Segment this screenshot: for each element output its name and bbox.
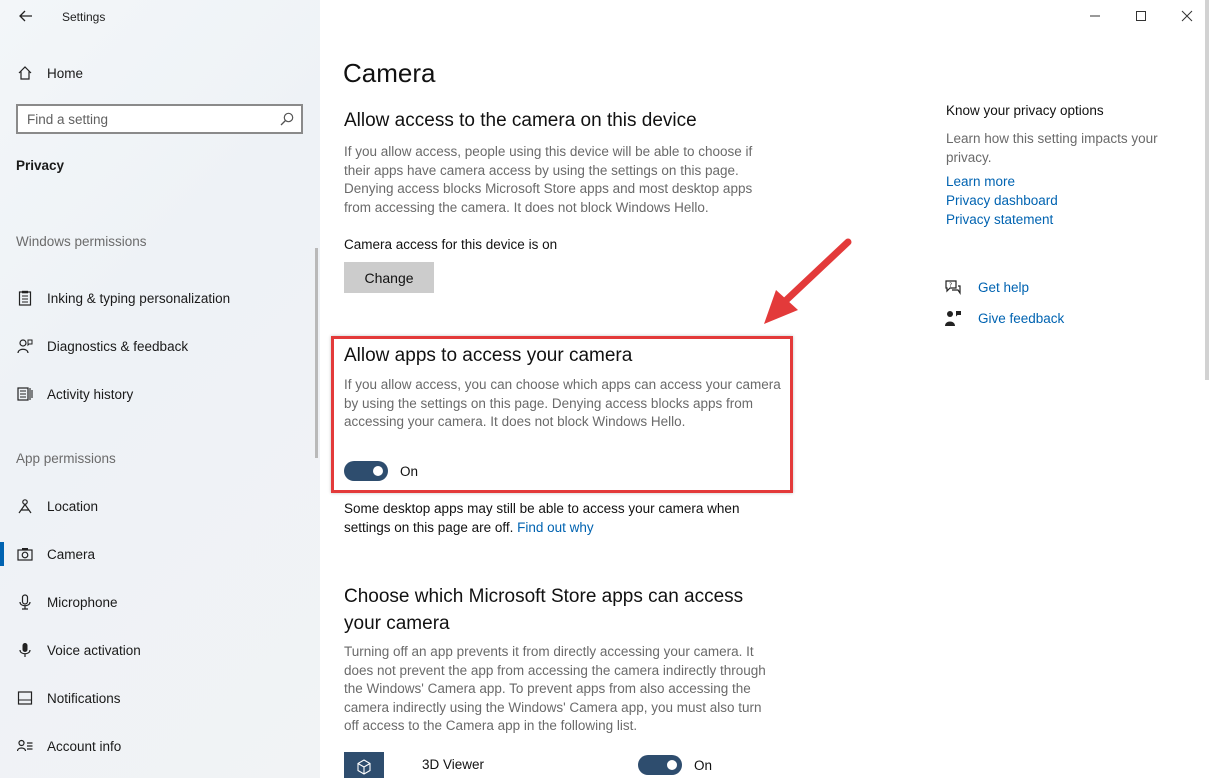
search-input[interactable] [18,106,258,132]
description-line: the Windows' Camera app. To prevent apps… [344,681,751,696]
note-line: settings on this page are off. [344,519,514,535]
heading-line: Choose which Microsoft Store apps can ac… [344,586,744,607]
activity-history-icon [16,385,34,403]
privacy-statement-link[interactable]: Privacy statement [946,212,1053,227]
clipboard-icon [16,289,34,307]
sidebar-item-label: Camera [47,546,96,562]
sidebar-item-location[interactable]: Location [0,488,320,524]
give-feedback-row[interactable]: Give feedback [944,307,1064,329]
home-label: Home [47,65,84,81]
windows-permissions-header: Windows permissions [16,234,147,249]
cube-icon [344,752,384,778]
description-line: does not prevent the app from accessing … [344,662,766,678]
close-icon [1181,10,1193,22]
back-button[interactable] [14,4,38,28]
annotation-arrow-icon [764,238,852,324]
svg-text:?: ? [949,282,952,289]
voice-activation-icon [16,641,34,659]
page-title: Camera [343,58,436,88]
store-apps-description: Turning off an app prevents it from dire… [344,643,766,736]
learn-more-link[interactable]: Learn more [946,174,1015,189]
3d-viewer-toggle-label: On [694,758,713,773]
sidebar-item-label: Diagnostics & feedback [47,338,189,354]
search-box[interactable] [16,104,303,134]
device-access-description: If you allow access, people using this d… [344,143,752,217]
person-feedback-icon [16,337,34,355]
selected-indicator [0,542,4,566]
3d-viewer-toggle[interactable] [638,755,682,775]
sidebar-item-inking[interactable]: Inking & typing personalization [0,280,320,316]
store-apps-heading: Choose which Microsoft Store apps can ac… [344,583,743,637]
description-line: from accessing the camera. It does not b… [344,199,709,215]
back-arrow-icon [19,10,32,22]
description-line: Turning off an app prevents it from dire… [344,644,754,659]
privacy-options-title: Know your privacy options [946,103,1104,118]
nav-home[interactable]: Home [0,58,320,88]
main-scrollbar[interactable] [1205,0,1209,380]
sidebar-scrollbar[interactable] [315,248,318,458]
notifications-icon [16,689,34,707]
sidebar-item-label: Microphone [47,594,118,610]
sidebar-item-label: Activity history [47,386,134,402]
sidebar-item-camera[interactable]: Camera [0,536,320,572]
maximize-button[interactable] [1118,0,1164,32]
desktop-apps-note: Some desktop apps may still be able to a… [344,500,739,537]
camera-access-status: Camera access for this device is on [344,237,558,252]
sidebar-item-microphone[interactable]: Microphone [0,584,320,620]
find-out-why-link[interactable]: Find out why [517,520,594,535]
note-line: Some desktop apps may still be able to a… [344,501,740,516]
feedback-person-icon [945,311,961,326]
give-feedback-link[interactable]: Give feedback [978,311,1064,326]
toggle-knob [667,760,677,770]
get-help-link[interactable]: Get help [978,280,1029,295]
sidebar-item-label: Account info [47,738,122,754]
sidebar-item-account-info[interactable]: Account info [0,728,320,764]
app-title: Settings [62,10,106,24]
sidebar-item-label: Notifications [47,690,121,706]
close-button[interactable] [1164,0,1210,32]
get-help-row[interactable]: ? Get help [944,276,1029,298]
minimize-icon [1090,15,1100,17]
description-line: their apps have camera access by using t… [344,162,739,178]
maximize-icon [1136,11,1146,21]
sidebar-item-diagnostics[interactable]: Diagnostics & feedback [0,328,320,364]
description-line: Denying access blocks Microsoft Store ap… [344,181,753,196]
heading-line: your camera [344,613,450,634]
help-chat-icon: ? [945,280,961,295]
app-name-3d-viewer: 3D Viewer [422,757,485,772]
title-bar: Settings [0,0,320,34]
description-line: Learn how this setting impacts your [946,131,1158,146]
description-line: off access to the Camera app in the foll… [344,718,638,733]
description-line: privacy. [946,149,992,165]
location-icon [16,497,34,515]
sidebar-item-label: Voice activation [47,642,141,658]
highlight-annotation-box [331,336,793,493]
sidebar-item-voice-activation[interactable]: Voice activation [0,632,320,668]
description-line: camera indirectly using the Windows' Cam… [344,699,762,715]
change-button[interactable]: Change [344,262,434,293]
sidebar-item-activity-history[interactable]: Activity history [0,376,320,412]
device-access-heading: Allow access to the camera on this devic… [344,110,697,131]
home-icon [16,64,34,82]
privacy-dashboard-link[interactable]: Privacy dashboard [946,193,1058,208]
description-line: If you allow access, people using this d… [344,144,753,159]
app-permissions-header: App permissions [16,451,116,466]
minimize-button[interactable] [1072,0,1118,32]
privacy-options-description: Learn how this setting impacts your priv… [946,130,1186,167]
sidebar-item-notifications[interactable]: Notifications [0,680,320,716]
sidebar-item-label: Inking & typing personalization [47,290,231,306]
account-info-icon [16,737,34,755]
camera-icon [16,545,34,563]
sidebar: Settings Home Privacy Windows permission… [0,0,320,778]
sidebar-item-label: Location [47,498,99,514]
category-title: Privacy [16,158,65,173]
microphone-icon [16,593,34,611]
search-icon[interactable] [279,111,295,127]
